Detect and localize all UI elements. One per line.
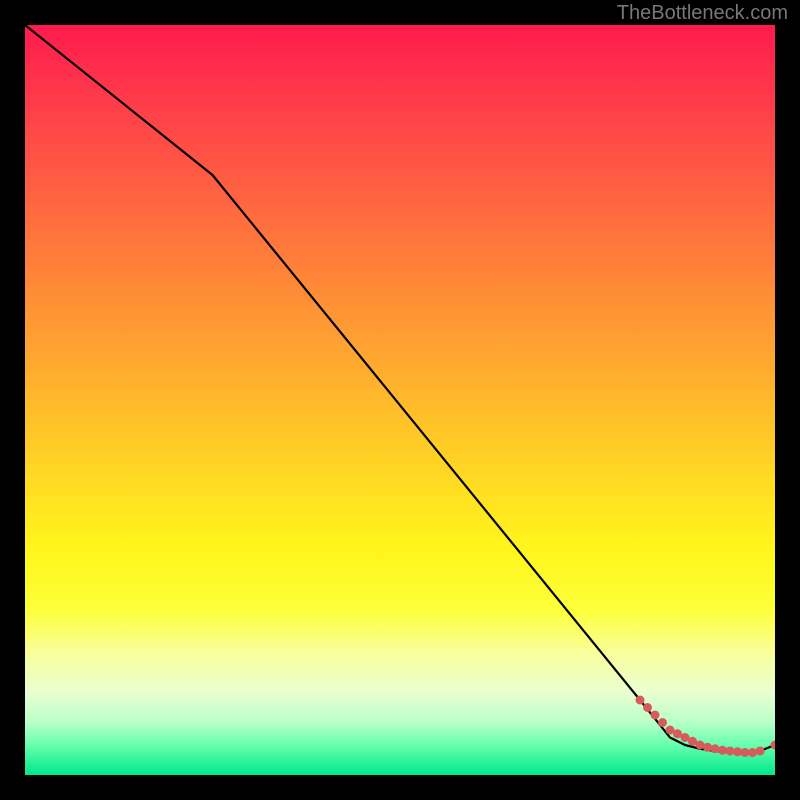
chart-marker: [711, 744, 720, 753]
chart-curve: [25, 25, 775, 753]
chart-marker: [658, 718, 667, 727]
chart-marker: [636, 696, 645, 705]
chart-marker: [756, 747, 765, 756]
chart-marker: [771, 741, 776, 750]
chart-markers: [636, 696, 776, 758]
chart-marker: [651, 711, 660, 720]
watermark-text: TheBottleneck.com: [617, 2, 788, 25]
chart-marker: [748, 748, 757, 757]
chart-marker: [643, 703, 652, 712]
chart-marker: [703, 743, 712, 752]
chart-overlay: [25, 25, 775, 775]
